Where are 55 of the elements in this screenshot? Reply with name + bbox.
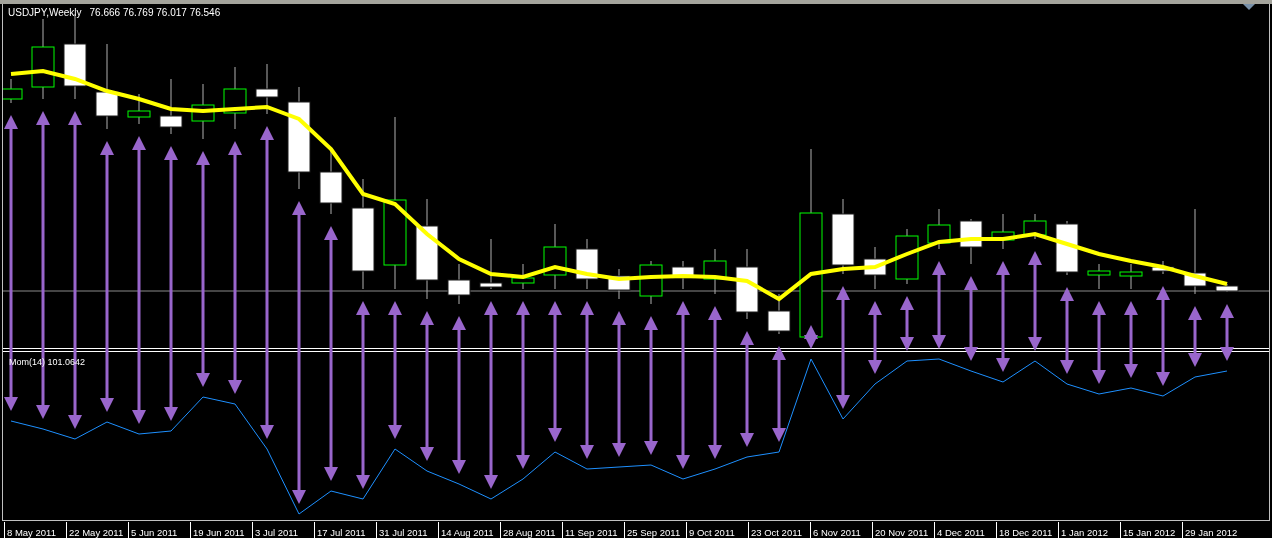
date-label: 19 Jun 2011 — [190, 522, 252, 538]
date-label: 3 Jul 2011 — [252, 522, 314, 538]
candlestick — [543, 223, 567, 290]
double-arrow — [804, 325, 818, 349]
double-arrow — [900, 296, 914, 351]
candlestick — [191, 83, 215, 140]
candlestick — [703, 248, 727, 295]
symbol-label: USDJPY,Weekly — [8, 7, 82, 18]
date-label: 20 Nov 2011 — [872, 522, 934, 538]
candlestick — [3, 78, 23, 104]
candlestick — [511, 263, 535, 290]
date-label: 5 Jun 2011 — [128, 522, 190, 538]
candlestick — [1215, 283, 1239, 293]
candlestick — [159, 78, 183, 135]
candlestick — [927, 208, 951, 250]
date-label: 31 Jul 2011 — [376, 522, 438, 538]
candlestick — [991, 213, 1015, 250]
date-label: 11 Sep 2011 — [562, 522, 624, 538]
double-arrow — [1188, 306, 1202, 367]
candlestick — [127, 93, 151, 125]
candlestick — [1151, 260, 1175, 275]
candlestick — [255, 63, 279, 115]
candlestick — [895, 228, 919, 285]
candlestick — [479, 238, 503, 290]
ohlc-values: 76.666 76.769 76.017 76.546 — [89, 7, 221, 18]
date-label: 25 Sep 2011 — [624, 522, 686, 538]
date-label: 1 Jan 2012 — [1058, 522, 1120, 538]
candlestick — [639, 260, 663, 305]
candlestick — [1023, 213, 1047, 240]
candlestick — [767, 293, 791, 335]
candlestick — [959, 218, 983, 265]
candlestick — [1087, 263, 1111, 290]
date-label: 22 May 2011 — [66, 522, 128, 538]
candlestick — [863, 246, 887, 290]
dropdown-arrow-icon[interactable] — [1243, 4, 1255, 10]
candlestick — [735, 248, 759, 320]
date-label: 8 May 2011 — [4, 522, 66, 538]
date-label: 28 Aug 2011 — [500, 522, 562, 538]
date-label: 6 Nov 2011 — [810, 522, 872, 538]
date-label: 14 Aug 2011 — [438, 522, 500, 538]
candlestick — [447, 263, 471, 305]
date-label: 4 Dec 2011 — [934, 522, 996, 538]
candlestick — [575, 238, 599, 290]
candlestick — [1055, 220, 1079, 276]
date-label: 15 Jan 2012 — [1120, 522, 1182, 538]
date-label: 29 Jan 2012 — [1182, 522, 1238, 538]
date-label: 17 Jul 2011 — [314, 522, 376, 538]
double-arrow — [1220, 304, 1234, 361]
date-label: 18 Dec 2011 — [996, 522, 1058, 538]
candlestick — [1119, 263, 1143, 290]
date-label: 23 Oct 2011 — [748, 522, 810, 538]
candlestick — [223, 66, 247, 130]
candlestick — [607, 268, 631, 300]
date-label: 9 Oct 2011 — [686, 522, 748, 538]
candlestick — [671, 260, 695, 290]
